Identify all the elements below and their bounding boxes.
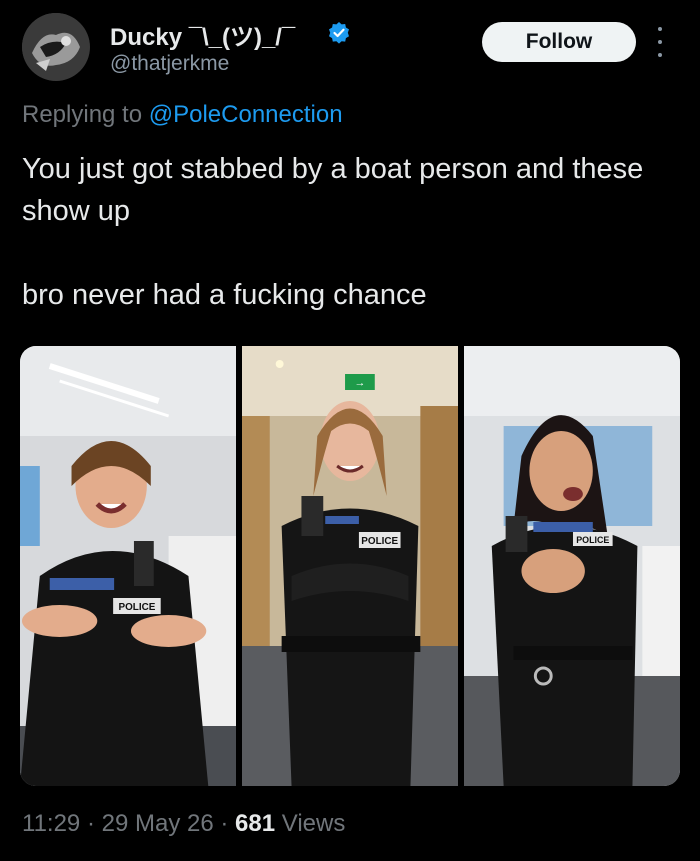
police-badge-2: POLICE (361, 536, 398, 547)
media-photo-3[interactable]: POLICE (464, 346, 680, 786)
police-badge-3: POLICE (576, 535, 609, 545)
tweet-line-2: bro never had a fucking chance (22, 279, 427, 311)
more-options-icon[interactable] (653, 27, 667, 57)
author-avatar[interactable] (22, 13, 90, 81)
tweet-date[interactable]: 29 May 26 (102, 810, 214, 837)
meta-separator-2: · (220, 810, 229, 837)
tweet-line-1: You just got stabbed by a boat person an… (22, 153, 644, 227)
avatar-image (22, 13, 90, 81)
exit-sign-icon: → (354, 377, 365, 389)
replying-prefix: Replying to (22, 101, 143, 128)
author-display-name[interactable]: Ducky ¯\_(ツ)_/¯ (110, 17, 295, 52)
views-count: 681 (235, 810, 276, 837)
replying-to-line: Replying to @PoleConnection (22, 101, 343, 129)
media-photo-2[interactable]: → POLICE (242, 346, 458, 786)
tweet-text: You just got stabbed by a boat person an… (22, 148, 682, 316)
author-handle[interactable]: @thatjerkme (110, 52, 229, 76)
views-label: Views (281, 810, 346, 837)
follow-button[interactable]: Follow (482, 22, 636, 62)
tweet-meta: 11:29 · 29 May 26 · 681 Views (22, 810, 345, 838)
reply-mention-link[interactable]: @PoleConnection (149, 101, 343, 128)
police-badge-1: POLICE (119, 602, 156, 613)
meta-separator-1: · (86, 810, 95, 837)
media-gallery[interactable]: POLICE → POLICE POLICE (20, 346, 680, 786)
media-photo-1[interactable]: POLICE (20, 346, 236, 786)
verified-badge-icon (329, 22, 349, 44)
tweet-time[interactable]: 11:29 (22, 810, 80, 837)
